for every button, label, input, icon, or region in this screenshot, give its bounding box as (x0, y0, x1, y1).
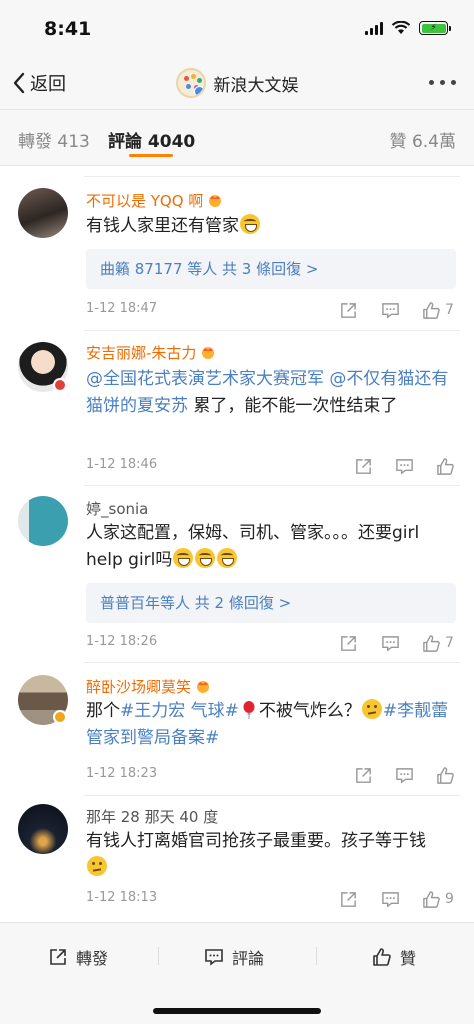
comment-text: 有钱人家里还有管家 (86, 213, 452, 240)
comment-text: 有钱人打离婚官司抢孩子最重要。孩子等于钱 (86, 828, 452, 882)
mention-link[interactable]: @全国花式表演艺术家大赛冠军 (86, 369, 324, 389)
comment-item: 婷_sonia 人家这配置，保姆、司机、管家。。。还要girl help gir… (0, 494, 474, 663)
neutral-emoji-icon (87, 856, 107, 876)
user-avatar[interactable] (18, 496, 68, 546)
hashtag-link[interactable]: #王力宏 气球# (120, 701, 239, 721)
laugh-emoji-icon (217, 548, 238, 568)
like-count: 7 (445, 635, 454, 651)
share-icon (356, 458, 371, 474)
comment-item: 不可以是 YQQ 啊 有钱人家里还有管家 曲籟 87177 等人 共 3 條回復… (0, 184, 474, 331)
tab-comments[interactable]: 評論 4040 (108, 127, 195, 152)
username[interactable]: 安吉丽娜-朱古力 (86, 342, 216, 363)
like-button[interactable] (436, 455, 459, 477)
wifi-icon (391, 21, 411, 34)
share-icon (341, 891, 356, 907)
comment-icon (382, 635, 399, 652)
comment-item: 那年 28 那天 40 度 有钱人打离婚官司抢孩子最重要。孩子等于钱 1-12 … (0, 804, 474, 922)
more-options-button[interactable] (429, 80, 456, 85)
page-title: 新浪大文娱 (213, 75, 299, 96)
comment-button[interactable] (381, 888, 400, 910)
tab-repost[interactable]: 轉發 413 (18, 127, 90, 152)
comment-icon (382, 302, 399, 319)
share-button[interactable] (354, 764, 373, 786)
tab-likes[interactable]: 贊 6.4萬 (390, 127, 456, 152)
status-bar: 8:41 ⚡ (0, 0, 474, 58)
share-icon (341, 302, 356, 318)
laugh-emoji-icon (240, 214, 260, 234)
comment-icon (205, 949, 223, 966)
username[interactable]: 婷_sonia (86, 498, 148, 519)
like-button[interactable]: 7 (422, 632, 454, 654)
thumbs-up-icon (437, 457, 454, 475)
thumbs-up-icon (423, 634, 440, 652)
repost-button[interactable]: 轉發 (48, 945, 108, 969)
comment-time: 1-12 18:23 (86, 766, 158, 781)
account-avatar (175, 68, 206, 98)
like-count: 7 (445, 302, 454, 318)
comment-icon (396, 767, 413, 784)
crown-icon (197, 681, 210, 693)
comment-button[interactable] (395, 764, 414, 786)
username[interactable]: 醉卧沙场卿莫笑 (86, 676, 211, 697)
verified-badge-icon (53, 710, 67, 724)
comment-button[interactable] (395, 455, 414, 477)
comment-item: 醉卧沙场卿莫笑 那个#王力宏 气球# 不被气炸么？ #李靓蕾管家到警局备案# 1-1… (0, 672, 474, 800)
status-icons: ⚡ (365, 21, 451, 35)
share-button[interactable] (339, 632, 358, 654)
username[interactable]: 那年 28 那天 40 度 (86, 806, 218, 827)
comment-list: 不可以是 YQQ 啊 有钱人家里还有管家 曲籟 87177 等人 共 3 條回復… (0, 166, 474, 922)
navigation-bar: 返回 新浪大文娱 (0, 58, 474, 110)
username[interactable]: 不可以是 YQQ 啊 (86, 190, 223, 211)
reply-summary[interactable]: 曲籟 87177 等人 共 3 條回復 > (86, 249, 456, 289)
balloon-icon (243, 701, 255, 719)
status-time: 8:41 (44, 18, 92, 40)
crown-icon (202, 347, 215, 359)
comment-icon (382, 891, 399, 908)
crown-icon (209, 195, 222, 207)
active-tab-indicator (129, 154, 173, 157)
like-action-button[interactable]: 贊 (372, 945, 416, 969)
comment-time: 1-12 18:26 (86, 634, 158, 649)
share-icon (341, 635, 356, 651)
user-avatar[interactable] (18, 804, 68, 854)
vip-badge-icon (53, 378, 67, 392)
user-avatar[interactable] (18, 188, 68, 238)
comment-time: 1-12 18:46 (86, 457, 158, 472)
comment-icon (396, 458, 413, 475)
share-icon (356, 767, 371, 783)
thumbs-up-icon (437, 766, 454, 784)
comment-text: 那个#王力宏 气球# 不被气炸么？ #李靓蕾管家到警局备案# (86, 699, 449, 748)
laugh-emoji-icon (173, 548, 194, 568)
comment-action-button[interactable]: 評論 (204, 945, 264, 969)
comment-time: 1-12 18:13 (86, 890, 158, 905)
comment-time: 1-12 18:47 (86, 301, 158, 316)
tab-bar: 轉發 413 評論 4040 贊 6.4萬 (0, 110, 474, 166)
signal-icon (365, 21, 383, 35)
battery-icon: ⚡ (419, 21, 451, 35)
share-button[interactable] (354, 455, 373, 477)
comment-text: @全国花式表演艺术家大赛冠军 @不仅有猫还有猫饼的夏安苏 累了，能不能一次性结束… (86, 369, 449, 416)
share-button[interactable] (339, 888, 358, 910)
like-count: 9 (445, 891, 454, 907)
thumbs-up-icon (373, 948, 391, 966)
comment-button[interactable] (381, 632, 400, 654)
comment-item: 安吉丽娜-朱古力 @全国花式表演艺术家大赛冠军 @不仅有猫还有猫饼的夏安苏 累了… (0, 336, 474, 486)
comment-button[interactable] (381, 299, 400, 321)
thinking-emoji-icon (361, 699, 382, 719)
like-button[interactable] (436, 764, 459, 786)
laugh-emoji-icon (195, 548, 216, 568)
like-button[interactable]: 9 (422, 888, 454, 910)
thumbs-up-icon (423, 301, 440, 319)
verified-badge-icon (193, 86, 204, 96)
thumbs-up-icon (423, 890, 440, 908)
nav-title-group[interactable]: 新浪大文娱 (0, 68, 474, 98)
comment-text: 人家这配置，保姆、司机、管家。。。还要girl help girl吗 (86, 523, 420, 570)
share-button[interactable] (339, 299, 358, 321)
reply-summary[interactable]: 普普百年等人 共 2 條回復 > (86, 583, 456, 623)
like-button[interactable]: 7 (422, 299, 454, 321)
share-icon (50, 949, 66, 965)
home-indicator[interactable] (153, 1008, 321, 1014)
